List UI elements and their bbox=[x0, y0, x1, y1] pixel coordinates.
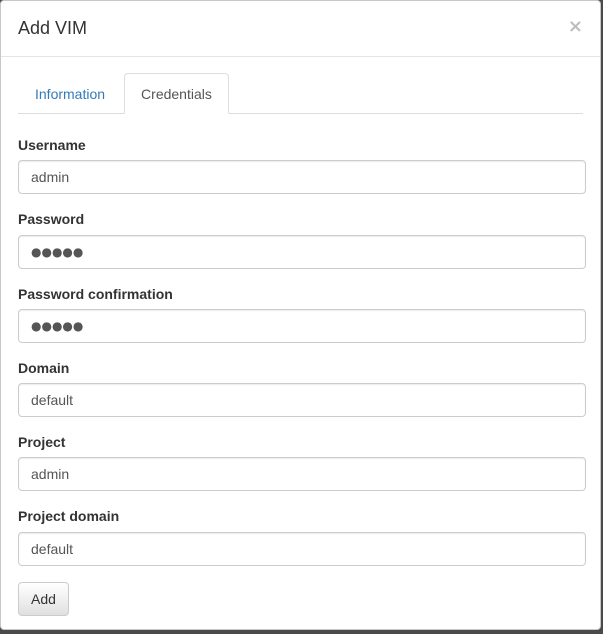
username-field[interactable] bbox=[18, 160, 586, 194]
password-confirmation-field[interactable] bbox=[18, 309, 586, 343]
project-label: Project bbox=[18, 434, 66, 450]
add-button[interactable]: Add bbox=[18, 582, 69, 616]
domain-group: Domain bbox=[18, 358, 586, 417]
project-group: Project bbox=[18, 432, 586, 491]
modal-body: Information Credentials Username Passwor… bbox=[1, 73, 600, 566]
password-field[interactable] bbox=[18, 235, 586, 269]
password-confirmation-group: Password confirmation bbox=[18, 284, 586, 343]
password-group: Password bbox=[18, 209, 586, 269]
modal-header: Add VIM × bbox=[1, 1, 600, 57]
close-button[interactable]: × bbox=[568, 17, 583, 37]
domain-field[interactable] bbox=[18, 383, 586, 417]
domain-label: Domain bbox=[18, 360, 70, 376]
project-domain-group: Project domain bbox=[18, 506, 586, 566]
username-group: Username bbox=[18, 135, 586, 194]
username-label: Username bbox=[18, 137, 86, 153]
password-confirmation-label: Password confirmation bbox=[18, 286, 173, 302]
password-label: Password bbox=[18, 211, 85, 227]
project-field[interactable] bbox=[18, 457, 586, 491]
modal-title: Add VIM bbox=[18, 18, 88, 38]
tab-information[interactable]: Information bbox=[18, 73, 122, 114]
add-vim-dialog: Add VIM × Information Credentials Userna… bbox=[0, 0, 601, 630]
project-domain-field[interactable] bbox=[18, 532, 586, 566]
tab-credentials[interactable]: Credentials bbox=[124, 73, 229, 114]
project-domain-label: Project domain bbox=[18, 508, 120, 524]
tab-bar: Information Credentials bbox=[18, 73, 583, 114]
